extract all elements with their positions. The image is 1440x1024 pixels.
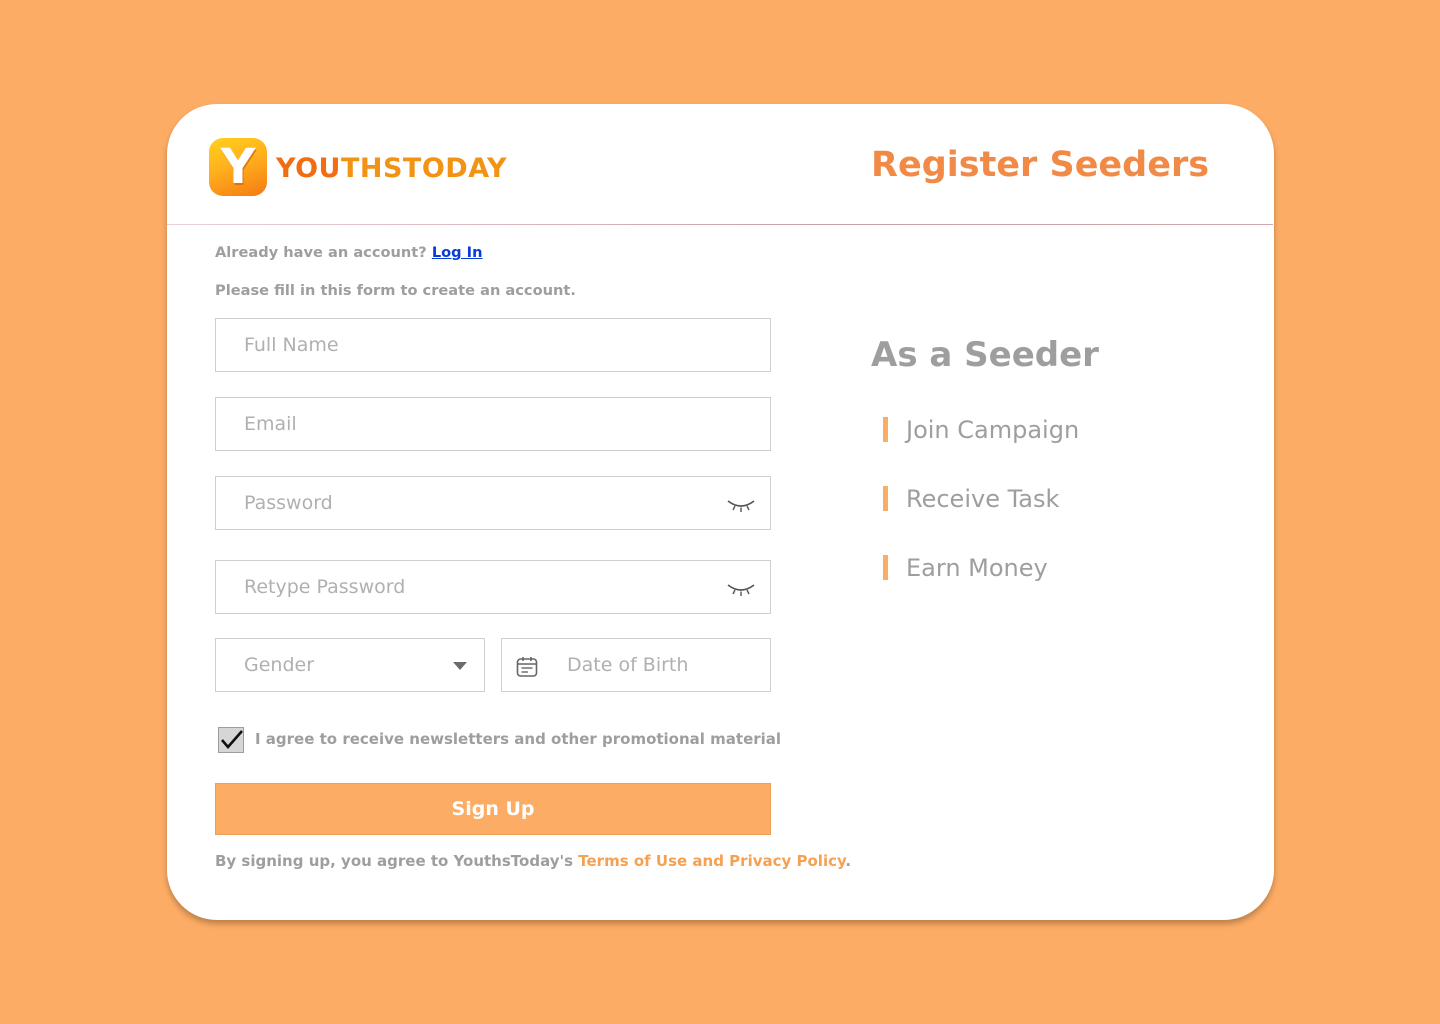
page-title: Register Seeders <box>871 145 1210 185</box>
benefit-bar <box>883 486 888 511</box>
full-name-field[interactable]: Full Name <box>215 318 771 372</box>
login-link[interactable]: Log In <box>432 244 483 261</box>
brand-name-part2: THSTODAY <box>340 153 508 184</box>
benefit-bar <box>883 417 888 442</box>
gender-placeholder: Gender <box>244 654 315 676</box>
date-of-birth-field[interactable]: Date of Birth <box>501 638 771 692</box>
benefit-bar <box>883 555 888 580</box>
eye-closed-icon[interactable] <box>726 495 756 513</box>
full-name-placeholder: Full Name <box>244 334 339 356</box>
form-instructions: Please fill in this form to create an ac… <box>215 282 576 299</box>
checkmark-icon <box>221 730 243 749</box>
header-divider <box>167 224 1273 225</box>
seeder-heading: As a Seeder <box>871 335 1099 375</box>
terms-prefix: By signing up, you agree to YouthsToday'… <box>215 852 574 870</box>
calendar-icon[interactable] <box>515 655 539 679</box>
gender-select[interactable]: Gender <box>215 638 485 692</box>
retype-password-placeholder: Retype Password <box>244 576 406 598</box>
newsletter-label: I agree to receive newsletters and other… <box>255 730 782 748</box>
terms-link[interactable]: Terms of Use and Privacy Policy <box>578 852 845 870</box>
brand-name[interactable]: YOUTHSTODAY <box>276 152 507 186</box>
brand-logo-icon[interactable]: Y <box>209 138 267 196</box>
date-of-birth-placeholder: Date of Birth <box>567 654 689 676</box>
benefit-label: Receive Task <box>906 485 1060 513</box>
terms-text: By signing up, you agree to YouthsToday'… <box>215 852 851 870</box>
newsletter-checkbox[interactable] <box>218 727 244 753</box>
brand-name-part1: YOU <box>276 153 341 184</box>
email-placeholder: Email <box>244 413 297 435</box>
retype-password-field[interactable]: Retype Password <box>215 560 771 614</box>
terms-suffix: . <box>845 852 852 870</box>
eye-closed-icon[interactable] <box>726 579 756 597</box>
already-account-text: Already have an account? Log In <box>215 244 483 261</box>
brand-logo-letter: Y <box>220 139 256 195</box>
benefit-label: Earn Money <box>906 554 1048 582</box>
benefit-label: Join Campaign <box>906 416 1080 444</box>
already-account-label: Already have an account? <box>215 244 427 261</box>
email-field[interactable]: Email <box>215 397 771 451</box>
password-field[interactable]: Password <box>215 476 771 530</box>
sign-up-button[interactable]: Sign Up <box>215 783 771 835</box>
password-placeholder: Password <box>244 492 333 514</box>
caret-down-icon <box>453 662 467 670</box>
